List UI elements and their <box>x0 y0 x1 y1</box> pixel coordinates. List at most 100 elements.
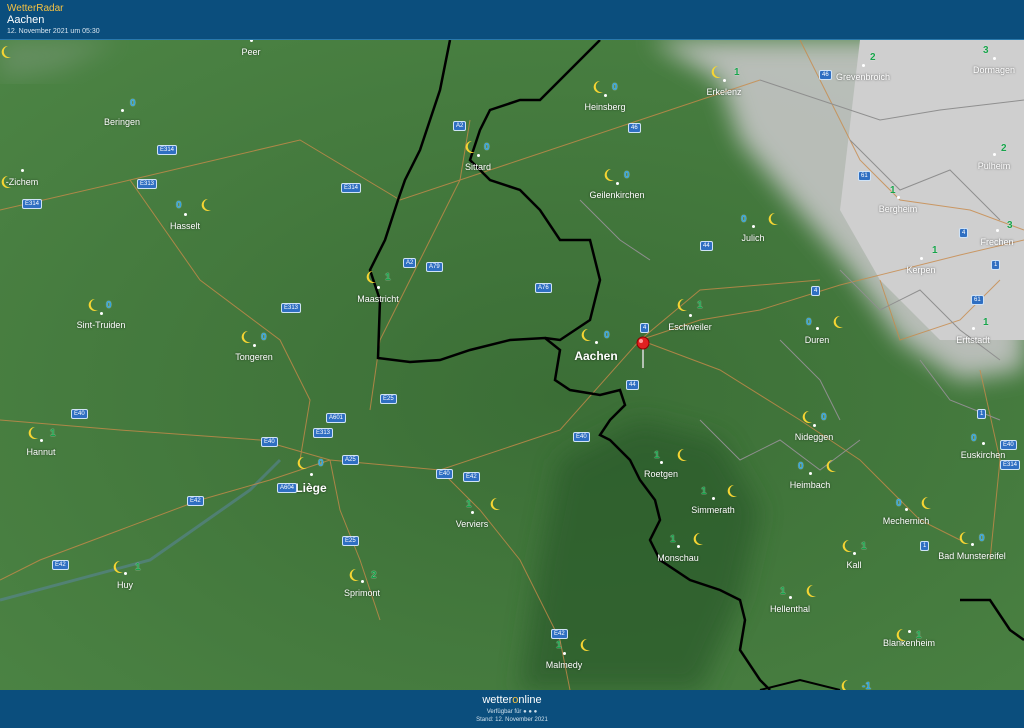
city-label-simmerath[interactable]: Simmerath <box>691 505 735 515</box>
road-badge-E40: E40 <box>573 432 590 442</box>
moon-icon <box>920 496 932 510</box>
road-badge-44: 44 <box>700 241 713 251</box>
road-badge-61: 61 <box>858 171 871 181</box>
city-dot <box>723 79 726 82</box>
city-label-nideggen[interactable]: Nideggen <box>795 432 834 442</box>
city-label-duren[interactable]: Duren <box>805 335 830 345</box>
city-label-erftstadt[interactable]: Erftstadt <box>956 335 990 345</box>
moon-icon <box>603 168 615 182</box>
city-label-hasselt[interactable]: Hasselt <box>170 221 200 231</box>
temperature-dormagen: 3 <box>983 45 989 56</box>
city-label-hannut[interactable]: Hannut <box>26 447 55 457</box>
city-label-eschweiler[interactable]: Eschweiler <box>668 322 712 332</box>
moon-icon <box>296 456 308 470</box>
moon-icon <box>579 638 591 652</box>
city-label-euskirchen[interactable]: Euskirchen <box>961 450 1006 460</box>
road-badge-46: 46 <box>819 70 832 80</box>
city-dot <box>477 154 480 157</box>
city-label-huy[interactable]: Huy <box>117 580 133 590</box>
city-label-tongeren[interactable]: Tongeren <box>235 352 273 362</box>
temperature-huy: 1 <box>135 562 141 573</box>
city-dot <box>660 461 663 464</box>
road-badge-E313: E313 <box>281 303 302 313</box>
city-label-monschau[interactable]: Monschau <box>657 553 699 563</box>
city-label-sittard[interactable]: Sittard <box>465 162 491 172</box>
moon-icon <box>805 584 817 598</box>
road-badge-E25: E25 <box>380 394 397 404</box>
temperature-erkelenz: 1 <box>734 67 740 78</box>
city-dot <box>377 286 380 289</box>
road-badge-A2: A2 <box>403 258 417 268</box>
city-label-kall[interactable]: Kall <box>846 560 861 570</box>
city-label-hellenthal[interactable]: Hellenthal <box>770 604 810 614</box>
city-label-blankenheim[interactable]: Blankenheim <box>883 638 935 648</box>
city-label-heinsberg[interactable]: Heinsberg <box>584 102 625 112</box>
road-badge-A25: A25 <box>342 455 359 465</box>
temperature-erftstadt: 1 <box>983 317 989 328</box>
city-label-liege[interactable]: Liège <box>295 481 326 495</box>
temperature-sint-truiden: 0 <box>106 300 112 311</box>
city-label-grevenbroich[interactable]: Grevenbroich <box>836 72 890 82</box>
city-dot <box>996 229 999 232</box>
weather-map[interactable]: Peer Beringen 0 -Zichem Hasselt 0 Sint-Truiden… <box>0 40 1024 690</box>
city-dot <box>972 327 975 330</box>
road-badge-1: 1 <box>977 409 987 419</box>
city-label-bad-munstereifel[interactable]: Bad Munstereifel <box>938 551 1006 561</box>
temperature-simmerath: 1 <box>701 486 707 497</box>
road-badge-E314: E314 <box>157 145 178 155</box>
city-label-mechernich[interactable]: Mechernich <box>883 516 930 526</box>
city-label-heimbach[interactable]: Heimbach <box>790 480 831 490</box>
moon-icon <box>692 532 704 546</box>
moon-icon <box>464 140 476 154</box>
temperature-blankenheim: 1 <box>916 630 922 641</box>
city-dot <box>862 64 865 67</box>
city-label-geilenkirchen[interactable]: Geilenkirchen <box>589 190 644 200</box>
temperature-eschweiler: 1 <box>697 300 703 311</box>
road-badge-E40: E40 <box>261 437 278 447</box>
city-dot <box>616 182 619 185</box>
city-dot <box>595 341 598 344</box>
temperature-julich: 0 <box>741 214 747 225</box>
city-label-bergheim[interactable]: Bergheim <box>879 204 918 214</box>
city-dot <box>809 472 812 475</box>
moon-icon <box>0 45 12 59</box>
app-header: WetterRadar Aachen 12. November 2021 um … <box>0 0 1024 40</box>
city-label-verviers[interactable]: Verviers <box>456 519 489 529</box>
city-label-roetgen[interactable]: Roetgen <box>644 469 678 479</box>
temperature-duren: 0 <box>806 317 812 328</box>
wetteronline-logo[interactable]: wetteronline <box>0 694 1024 706</box>
city-label-peer[interactable]: Peer <box>241 47 260 57</box>
road-badge-46: 46 <box>628 123 641 133</box>
city-label-malmedy[interactable]: Malmedy <box>546 660 583 670</box>
city-label-maastricht[interactable]: Maastricht <box>357 294 399 304</box>
moon-icon <box>676 448 688 462</box>
moon-icon <box>580 328 592 342</box>
city-dot <box>908 630 911 633</box>
city-dot <box>816 327 819 330</box>
city-label-sint-truiden[interactable]: Sint-Truiden <box>77 320 126 330</box>
moon-icon <box>676 298 688 312</box>
road-badge-A76: A76 <box>535 283 552 293</box>
road-badge-E25: E25 <box>342 536 359 546</box>
city-label-sprimont[interactable]: Sprimont <box>344 588 380 598</box>
moon-icon <box>841 539 853 553</box>
map-base <box>0 40 1024 690</box>
city-label-erkelenz[interactable]: Erkelenz <box>706 87 741 97</box>
road-badge-E313: E313 <box>313 428 334 438</box>
city-label-frechen[interactable]: Frechen <box>980 237 1013 247</box>
city-label-julich[interactable]: Julich <box>741 233 764 243</box>
city-label-beringen[interactable]: Beringen <box>104 117 140 127</box>
temperature-aachen: 0 <box>604 330 610 341</box>
city-dot <box>853 552 856 555</box>
city-label-kerpen[interactable]: Kerpen <box>906 265 935 275</box>
temperature-hannut: 1 <box>50 428 56 439</box>
city-label-dormagen[interactable]: Dormagen <box>973 65 1015 75</box>
city-label-aachen[interactable]: Aachen <box>574 349 617 363</box>
road-badge-E40: E40 <box>1000 440 1017 450</box>
road-badge-A2: A2 <box>453 121 467 131</box>
moon-icon <box>710 65 722 79</box>
temperature-frechen: 3 <box>1007 220 1013 231</box>
temperature-nideggen: 0 <box>821 412 827 423</box>
city-label-pulheim[interactable]: Pulheim <box>978 161 1011 171</box>
temperature-geilenkirchen: 0 <box>624 170 630 181</box>
